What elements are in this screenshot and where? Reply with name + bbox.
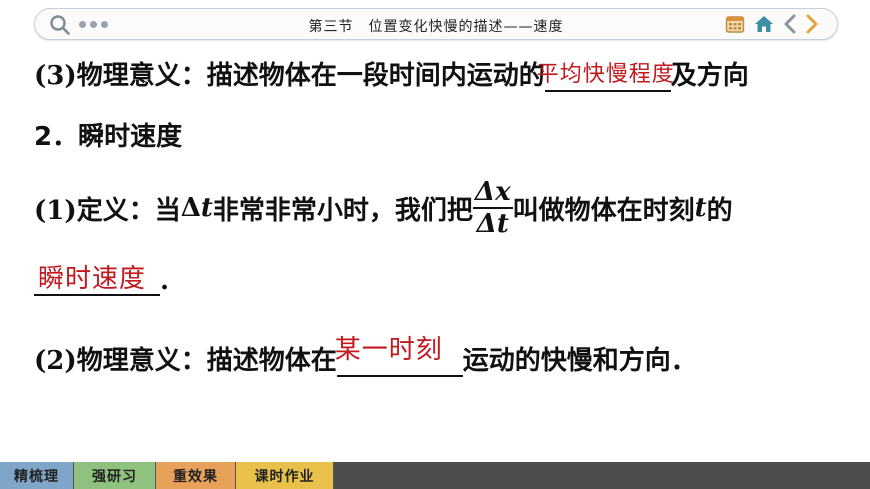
tab-effect[interactable]: 重效果 bbox=[156, 462, 236, 489]
answer-blank-2: 瞬时速度 bbox=[34, 262, 160, 296]
answer-blank-1: 平均快慢程度 bbox=[537, 62, 674, 92]
section-heading-instant-velocity: 2．瞬时速度 bbox=[34, 122, 183, 152]
fraction-delta-x-over-delta-t: Δx Δt bbox=[472, 177, 513, 239]
bottom-nav: 精梳理 强研习 重效果 课时作业 bbox=[0, 462, 870, 489]
top-toolbar: 第三节 位置变化快慢的描述——速度 bbox=[34, 8, 838, 40]
line-physical-meaning-instant: (2)物理意义：描述物体在 某一时刻 运动的快慢和方向． bbox=[34, 335, 697, 377]
home-icon[interactable] bbox=[753, 14, 775, 34]
tab-study[interactable]: 强研习 bbox=[74, 462, 156, 489]
page-title: 第三节 位置变化快慢的描述——速度 bbox=[308, 19, 564, 35]
prev-arrow-icon[interactable] bbox=[783, 14, 797, 34]
line-definition: (1)定义：当 Δt 非常非常小时，我们把 Δx Δt 叫做物体在时刻 t 的 bbox=[34, 177, 733, 239]
answer-text-2: 瞬时速度 bbox=[38, 264, 147, 294]
calendar-icon[interactable] bbox=[725, 14, 745, 34]
next-arrow-icon[interactable] bbox=[805, 14, 819, 34]
answer-blank-3: 某一时刻 bbox=[335, 335, 463, 377]
answer-text-1: 平均快慢程度 bbox=[536, 62, 675, 87]
line-answer-instant-velocity: 瞬时速度. bbox=[34, 262, 169, 296]
tab-homework[interactable]: 课时作业 bbox=[236, 462, 334, 489]
tab-review[interactable]: 精梳理 bbox=[0, 462, 74, 489]
answer-text-3: 某一时刻 bbox=[334, 335, 443, 365]
line-physical-meaning-average: (3)物理意义：描述物体在一段时间内运动的 平均快慢程度 及方向 bbox=[34, 55, 749, 92]
